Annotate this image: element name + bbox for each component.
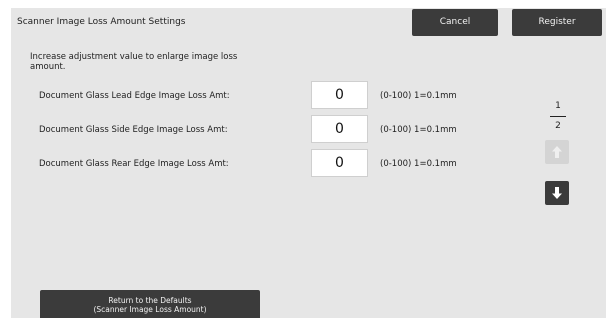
- instruction-text: Increase adjustment value to enlarge ima…: [30, 52, 238, 72]
- return-to-defaults-button[interactable]: Return to the Defaults (Scanner Image Lo…: [40, 290, 260, 318]
- page-total: 2: [555, 121, 561, 131]
- page-current: 1: [555, 101, 561, 111]
- page-title: Scanner Image Loss Amount Settings: [17, 17, 186, 27]
- defaults-label-line1: Return to the Defaults: [108, 296, 192, 305]
- side-edge-input[interactable]: 0: [311, 115, 368, 143]
- register-button[interactable]: Register: [512, 9, 602, 36]
- page-up-button[interactable]: [545, 140, 569, 164]
- rear-edge-input[interactable]: 0: [311, 149, 368, 177]
- lead-edge-range: (0-100) 1=0.1mm: [380, 91, 457, 101]
- rear-edge-range: (0-100) 1=0.1mm: [380, 159, 457, 169]
- arrow-down-icon: [552, 187, 562, 199]
- page-down-button[interactable]: [545, 181, 569, 205]
- cancel-button[interactable]: Cancel: [412, 9, 498, 36]
- side-edge-range: (0-100) 1=0.1mm: [380, 125, 457, 135]
- arrow-up-icon: [552, 146, 562, 158]
- rear-edge-label: Document Glass Rear Edge Image Loss Amt:: [39, 159, 229, 169]
- lead-edge-label: Document Glass Lead Edge Image Loss Amt:: [39, 91, 230, 101]
- side-edge-label: Document Glass Side Edge Image Loss Amt:: [39, 125, 228, 135]
- page-divider: [550, 116, 566, 117]
- lead-edge-input[interactable]: 0: [311, 81, 368, 109]
- defaults-label-line2: (Scanner Image Loss Amount): [93, 305, 207, 314]
